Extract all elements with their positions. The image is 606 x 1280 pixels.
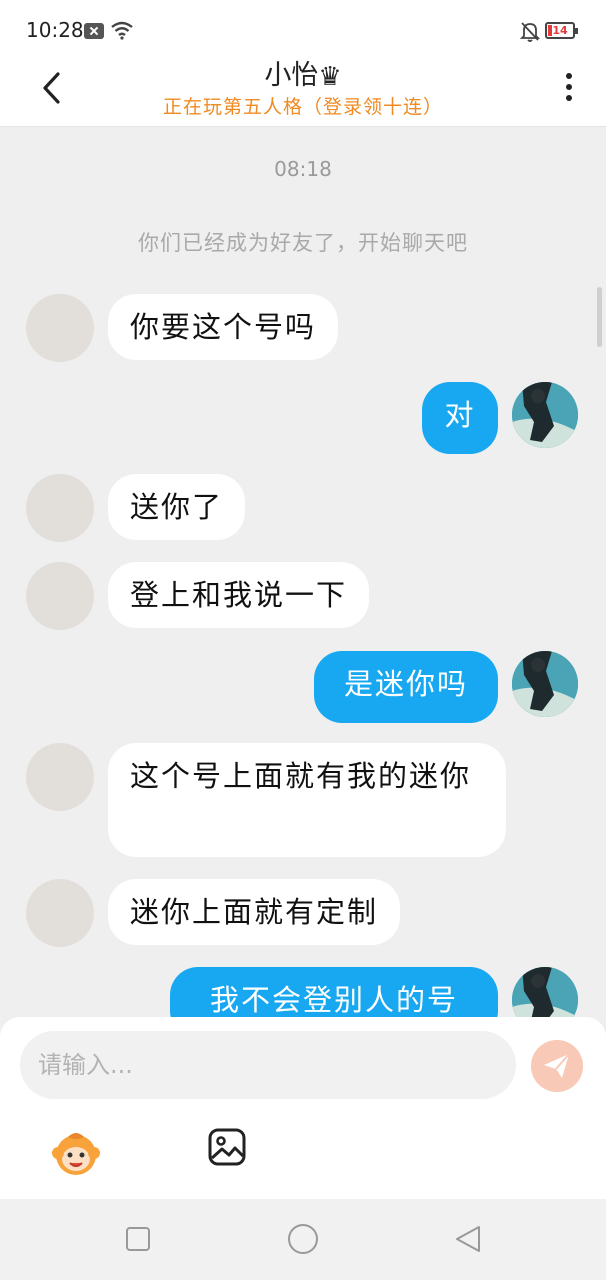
more-options-button[interactable] (556, 70, 582, 106)
back-button[interactable] (34, 66, 74, 110)
bell-off-icon (519, 22, 541, 42)
contact-avatar[interactable] (26, 562, 94, 630)
battery-icon: 14 (545, 22, 578, 39)
timestamp: 08:18 (274, 157, 332, 181)
crown-icon: ♛ (318, 62, 342, 92)
user-avatar-image (512, 967, 578, 1017)
message-bubble-incoming[interactable]: 你要这个号吗 (108, 294, 339, 360)
send-button[interactable] (531, 1040, 583, 1092)
contact-avatar[interactable] (26, 474, 94, 542)
message-bubble-incoming[interactable]: 登上和我说一下 (108, 562, 370, 628)
title-block: 小怡♛ 正在玩第五人格（登录领十连） (120, 58, 486, 119)
message-bubble-incoming[interactable]: 送你了 (108, 474, 246, 540)
input-panel (0, 1017, 606, 1199)
nav-back-button[interactable] (453, 1224, 483, 1254)
home-button[interactable] (287, 1223, 319, 1255)
chat-header: 小怡♛ 正在玩第五人格（登录领十连） (0, 58, 606, 127)
message-bubble-incoming[interactable]: 这个号上面就有我的迷你 (108, 743, 506, 857)
user-avatar-image (512, 382, 578, 448)
user-avatar[interactable] (512, 651, 578, 717)
system-message: 你们已经成为好友了，开始聊天吧 (138, 231, 468, 255)
contact-name-text: 小怡 (264, 60, 319, 91)
contact-name[interactable]: 小怡♛ (120, 58, 486, 95)
image-button[interactable] (207, 1127, 247, 1167)
user-avatar[interactable] (512, 382, 578, 448)
message-bubble-outgoing[interactable]: 是迷你吗 (314, 651, 498, 723)
notification-icon (84, 23, 104, 39)
status-bar: 10:28 14 (0, 0, 606, 58)
contact-avatar[interactable] (26, 294, 94, 362)
user-avatar-image (512, 651, 578, 717)
message-bubble-outgoing[interactable]: 对 (422, 382, 498, 454)
scrollbar[interactable] (597, 287, 602, 347)
emoji-button[interactable] (50, 1127, 102, 1179)
contact-status: 正在玩第五人格（登录领十连） (162, 96, 443, 118)
user-avatar[interactable] (512, 967, 578, 1017)
message-bubble-outgoing[interactable]: 我不会登别人的号 (170, 967, 498, 1017)
contact-avatar[interactable] (26, 743, 94, 811)
recents-button[interactable] (125, 1226, 151, 1252)
message-input[interactable] (20, 1031, 516, 1099)
message-bubble-incoming[interactable]: 迷你上面就有定制 (108, 879, 401, 945)
contact-avatar[interactable] (26, 879, 94, 947)
wifi-icon (111, 21, 133, 40)
chat-area[interactable]: 08:18 你们已经成为好友了，开始聊天吧 你要这个号吗 对 送你了 登上和我说… (0, 127, 606, 1017)
status-time: 10:28 (26, 18, 84, 42)
system-nav-bar (0, 1199, 606, 1280)
